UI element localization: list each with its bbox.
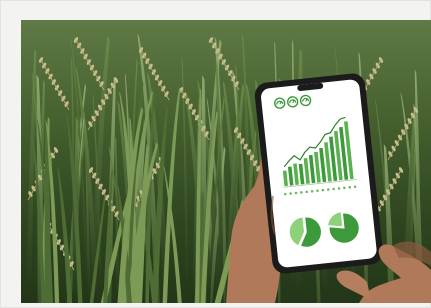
gauge-icon [274, 97, 286, 109]
gauge-icon [286, 96, 299, 108]
photo-frame [0, 0, 431, 308]
thumb [336, 270, 371, 300]
rice-field-photo [21, 20, 431, 303]
gauge-icon [299, 94, 312, 107]
phone-in-hand [226, 73, 431, 303]
